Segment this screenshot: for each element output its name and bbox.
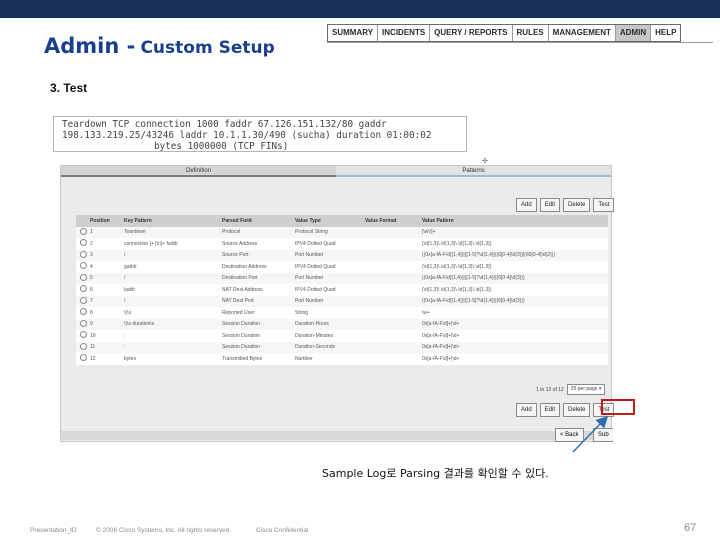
callout-arrow — [572, 415, 609, 453]
footer-copyright: © 2006 Cisco Systems, Inc. All rights re… — [96, 527, 232, 534]
page-number: 67 — [684, 522, 697, 534]
caption-text: Sample Log로 Parsing 결과를 확인할 수 있다. — [322, 467, 549, 480]
footer-presentation-id: Presentation_ID — [30, 527, 77, 534]
footer-confidential: Cisco Confidential — [256, 527, 309, 534]
